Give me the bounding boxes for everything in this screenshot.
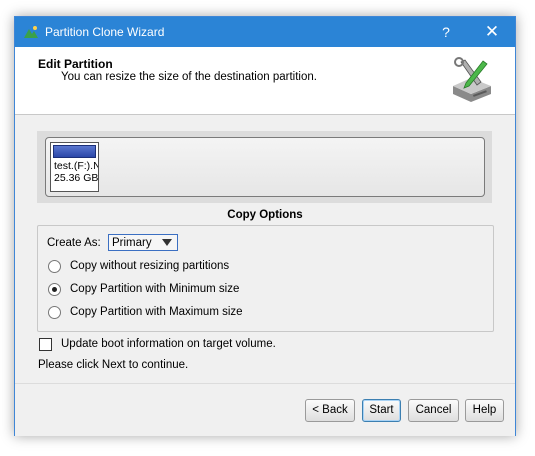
update-boot-info-label: Update boot information on target volume… [61,338,276,350]
create-as-value: Primary [112,237,152,249]
radio-label: Copy Partition with Minimum size [70,283,240,295]
update-boot-info-checkbox[interactable] [39,338,52,351]
back-button[interactable]: < Back [305,399,355,422]
chevron-down-icon [162,239,172,246]
partition-size: 25.36 GB [54,172,99,184]
radio-button[interactable] [48,306,61,319]
cancel-button[interactable]: Cancel [408,399,459,422]
help-button[interactable]: Help [465,399,504,422]
radio-label: Copy without resizing partitions [70,260,230,272]
title-bar: Partition Clone Wizard ? ✕ [15,17,515,47]
wizard-header: Edit Partition You can resize the size o… [15,47,515,115]
radio-button[interactable] [48,260,61,273]
radio-label: Copy Partition with Maximum size [70,306,243,318]
help-title-button[interactable]: ? [423,17,469,47]
disk-tools-icon [453,57,491,102]
create-as-label: Create As: [47,237,101,249]
copy-options-group: Create As: Primary Copy without resizing… [37,225,494,332]
destination-disk-bar: test.(F:).N 25.36 GB [45,137,485,197]
disk-map: test.(F:).N 25.36 GB [37,131,492,203]
button-bar: < Back Start Cancel Help [15,383,515,436]
app-icon [24,26,38,38]
continue-hint: Please click Next to continue. [38,359,189,371]
partition-usage-bar [53,145,96,158]
partition-clone-wizard-window: Partition Clone Wizard ? ✕ Edit Partitio… [14,16,516,436]
window-title: Partition Clone Wizard [45,25,165,39]
page-title: Edit Partition [38,57,113,71]
partition-name: test.(F:).N [54,160,99,172]
partition-block[interactable]: test.(F:).N 25.36 GB [50,142,99,192]
page-subtitle: You can resize the size of the destinati… [61,71,317,83]
radio-button-selected[interactable] [48,283,61,296]
copy-options-heading: Copy Options [227,209,303,221]
create-as-select[interactable]: Primary [108,234,178,251]
close-button[interactable]: ✕ [469,17,515,47]
start-button[interactable]: Start [362,399,401,422]
